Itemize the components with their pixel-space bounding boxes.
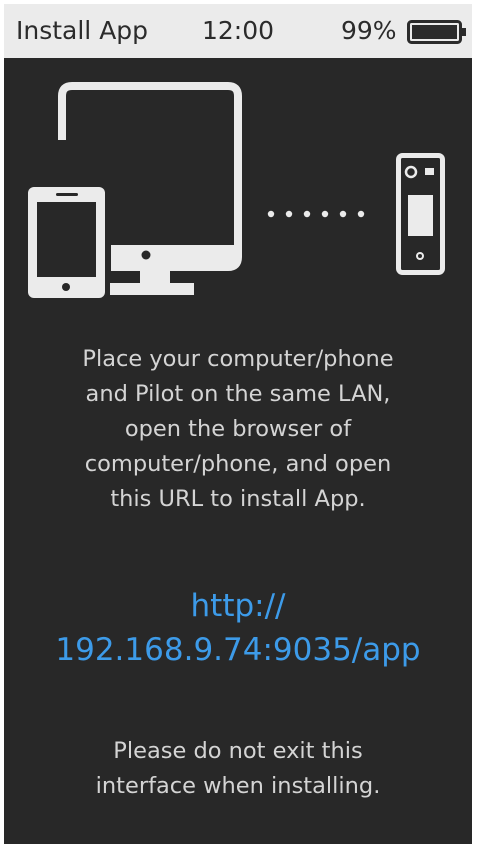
instructions-line: this URL to install App.	[110, 486, 366, 512]
warning-line: interface when installing.	[95, 773, 381, 799]
warning-line: Please do not exit this	[113, 738, 363, 764]
instructions-line: computer/phone, and open	[84, 451, 392, 477]
instructions-line: open the browser of	[124, 416, 352, 442]
tablet-icon	[28, 187, 105, 298]
screen-title: Install App	[16, 16, 149, 45]
instructions-text: Place your computer/phone and Pilot on t…	[34, 342, 442, 517]
battery-icon	[407, 20, 466, 44]
install-url-address: 192.168.9.74:9035/app	[55, 632, 421, 668]
instructions-line: and Pilot on the same LAN,	[85, 381, 391, 407]
install-url-scheme: http://	[190, 588, 286, 624]
connection-dots	[267, 210, 365, 218]
install-url: http:// 192.168.9.74:9035/app	[4, 584, 472, 672]
lan-illustration	[28, 82, 445, 298]
clock: 12:00	[202, 16, 275, 45]
warning-text: Please do not exit this interface when i…	[34, 734, 442, 804]
install-app-screen: Install App 12:00 99% Place your compute…	[4, 4, 472, 844]
battery-percentage: 99%	[341, 16, 397, 45]
instructions-line: Place your computer/phone	[82, 346, 394, 372]
pilot-device-icon	[396, 153, 445, 275]
status-bar: Install App 12:00 99%	[4, 4, 472, 58]
